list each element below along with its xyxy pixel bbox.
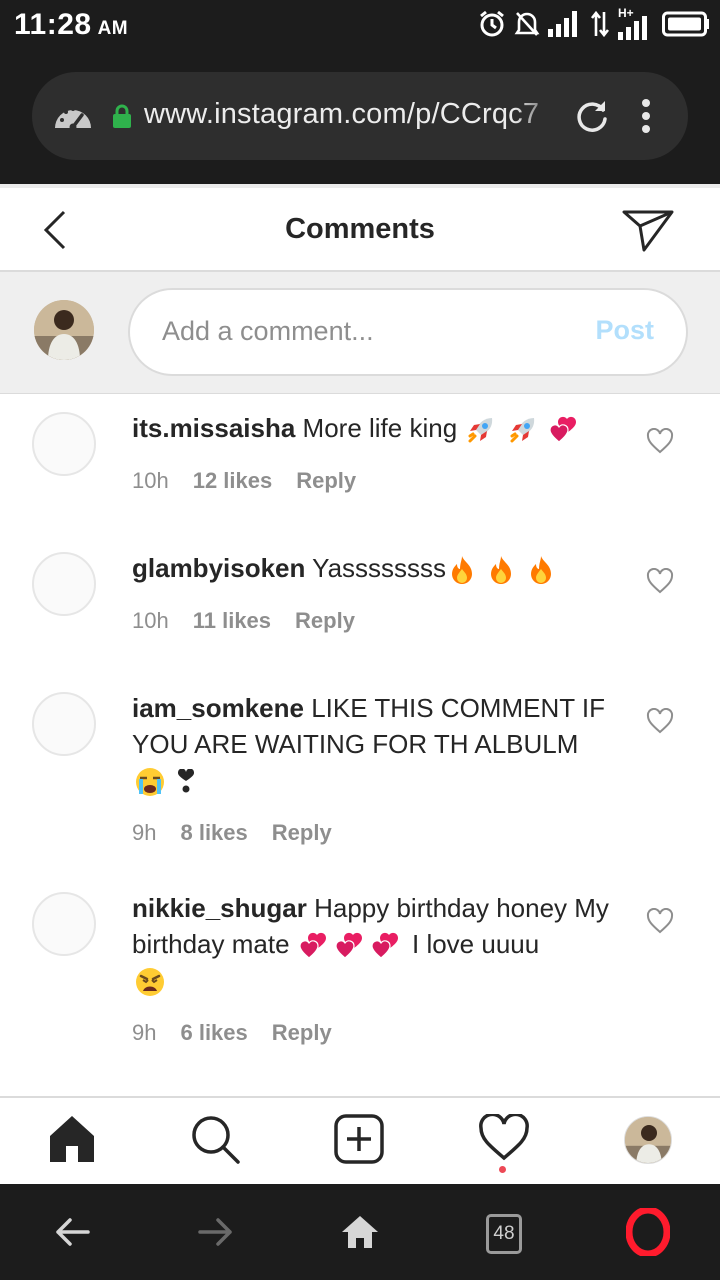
comment-text: glambyisoken Yassssssss [132,550,622,586]
commenter-avatar[interactable] [32,412,96,476]
comment-time: 10h [132,608,169,633]
search-icon[interactable] [190,1114,242,1166]
reply-button[interactable]: Reply [295,608,355,634]
status-icons: H+ [478,6,710,40]
two-hearts-emoji-icon [335,933,362,960]
comment-message: Yassssssss [312,553,447,583]
heart-exclamation-emoji-icon [178,769,195,793]
comments-header: Comments [0,184,720,272]
loudly-crying-face-emoji-icon [136,768,164,797]
opera-menu-icon[interactable] [626,1208,670,1256]
comment-text: its.missaisha More life king [132,410,622,446]
rocket-emoji-icon [468,418,493,443]
comment-meta: 9h 8 likes Reply [132,820,720,846]
url-text[interactable]: www.instagram.com/p/CCrqc7 [144,98,564,131]
mute-bell-icon [514,12,540,36]
comment-composer: Add a comment... Post [0,272,720,394]
two-hearts-emoji-icon [371,933,398,960]
tabs-button[interactable]: 48 [486,1214,522,1254]
profile-avatar[interactable] [624,1116,672,1164]
signal-icon [548,11,577,37]
comment-likes[interactable]: 11 likes [193,608,271,634]
address-bar[interactable]: www.instagram.com/p/CCrqc7 [32,72,688,160]
commenter-avatar[interactable] [32,692,96,756]
comment-message: More life king [302,413,458,443]
weary-face-emoji-icon [136,968,164,997]
browser-home-icon[interactable] [340,1210,380,1254]
comment-time: 9h [132,820,157,846]
like-heart-icon[interactable] [646,708,674,734]
speed-dial-icon[interactable] [52,98,94,134]
status-time: 11:28 AM [14,8,128,42]
two-hearts-emoji-icon [549,416,576,443]
lock-icon [113,104,131,128]
comment-meta: 10h 12 likes Reply [132,468,720,494]
reply-button[interactable]: Reply [272,820,332,846]
status-bar: 11:28 AM H+ [0,0,720,48]
comment-item: iam_somkene LIKE THIS COMMENT IF YOU ARE… [0,674,720,874]
like-heart-icon[interactable] [646,908,674,934]
clock-ampm: AM [97,18,129,39]
alarm-icon [480,10,504,37]
comment-likes[interactable]: 12 likes [193,468,273,494]
comment-likes[interactable]: 6 likes [180,1020,247,1046]
browser-toolbar: www.instagram.com/p/CCrqc7 [0,48,720,184]
battery-icon [662,11,709,37]
like-heart-icon[interactable] [646,428,674,454]
comment-meta: 9h 6 likes Reply [132,1020,720,1046]
comment-time: 9h [132,1020,157,1046]
share-direct-icon[interactable] [620,206,676,254]
commenter-avatar[interactable] [32,892,96,957]
fire-emoji-icon [452,556,473,585]
comment-time: 10h [132,468,169,493]
forward-icon[interactable] [196,1210,236,1254]
page-title: Comments [285,213,435,245]
clock-time: 11:28 [14,8,92,41]
comment-text: nikkie_shugar Happy birthday honey My bi… [132,890,622,998]
bottom-navigation [0,1096,720,1184]
reload-icon[interactable] [574,98,610,134]
two-hearts-emoji-icon [299,933,326,960]
user-avatar [34,300,94,360]
comment-username[interactable]: its.missaisha [132,413,295,443]
new-post-icon[interactable] [334,1114,384,1164]
comment-likes[interactable]: 8 likes [180,820,247,846]
like-heart-icon[interactable] [646,568,674,594]
comment-item: its.missaisha More life king 10h 12 like… [0,394,720,534]
comment-input[interactable]: Add a comment... Post [128,288,688,376]
data-transfer-icon [590,10,610,38]
back-icon[interactable] [52,1210,92,1254]
reply-button[interactable]: Reply [272,1020,332,1046]
comments-list[interactable]: its.missaisha More life king 10h 12 like… [0,394,720,1096]
fire-emoji-icon [491,556,512,585]
browser-bottom-bar: 48 [0,1184,720,1280]
comment-username[interactable]: iam_somkene [132,693,304,723]
activity-icon[interactable] [478,1114,530,1162]
comment-placeholder: Add a comment... [162,316,374,346]
comment-username[interactable]: nikkie_shugar [132,893,307,923]
comment-text: iam_somkene LIKE THIS COMMENT IF YOU ARE… [132,690,622,798]
fire-emoji-icon [530,556,551,585]
activity-notification-dot [499,1166,506,1173]
commenter-avatar[interactable] [32,552,96,616]
comment-meta: 10h 11 likes Reply [132,608,720,634]
home-icon[interactable] [48,1114,96,1164]
reply-button[interactable]: Reply [296,468,356,494]
rocket-emoji-icon [510,418,534,443]
hplus-signal: H+ [618,6,654,40]
comment-username[interactable]: glambyisoken [132,553,305,583]
comment-message-end: I love uuuu [412,929,540,960]
post-button[interactable]: Post [595,315,654,346]
comment-item: nikkie_shugar Happy birthday honey My bi… [0,874,720,1074]
comment-item: glambyisoken Yassssssss 10h 11 likes Rep… [0,534,720,674]
overflow-menu-icon[interactable] [640,98,652,134]
